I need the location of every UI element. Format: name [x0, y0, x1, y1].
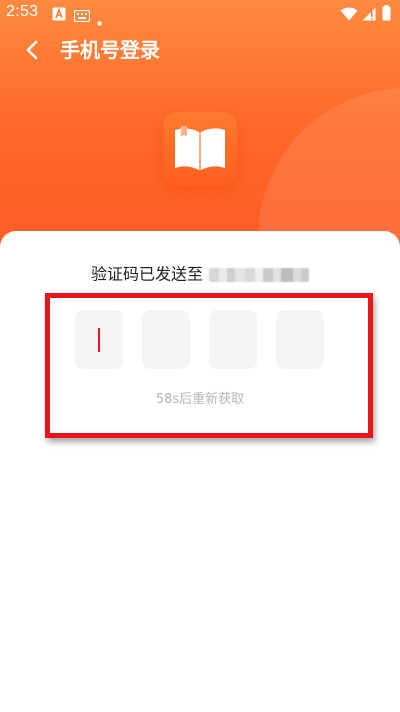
page-title: 手机号登录: [60, 38, 160, 62]
input-caret: [98, 328, 100, 352]
code-input-box-4[interactable]: [276, 310, 324, 369]
masked-phone-number: [209, 267, 309, 282]
status-bar: 2:53: [0, 0, 400, 28]
keyboard-icon: [73, 7, 91, 26]
code-input-box-3[interactable]: [209, 310, 257, 369]
a-box-icon: [52, 6, 66, 25]
back-button[interactable]: [18, 35, 48, 65]
code-sent-line: 验证码已发送至: [0, 263, 400, 286]
code-sent-label: 验证码已发送至: [90, 264, 203, 284]
wifi-icon: [340, 6, 358, 25]
resend-countdown: 58s后重新获取: [155, 392, 245, 407]
signal-icon: [362, 6, 376, 25]
app-logo: [163, 112, 237, 186]
navigation-bar: 手机号登录: [0, 32, 400, 68]
dot-icon: [97, 11, 102, 30]
code-input-box-1[interactable]: [75, 310, 123, 369]
battery-icon: [382, 5, 391, 25]
code-input-box-2[interactable]: [142, 310, 190, 369]
status-time: 2:53: [6, 3, 39, 20]
chevron-left-icon: [18, 40, 48, 69]
